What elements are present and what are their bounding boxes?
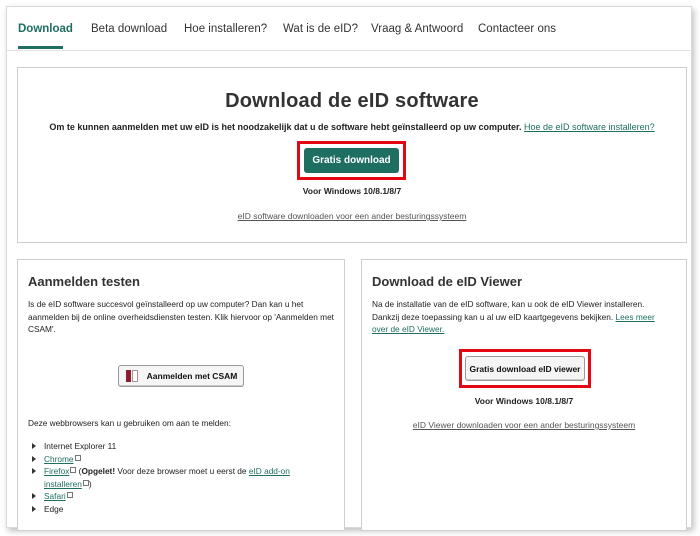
bullet-arrow-icon: [32, 455, 36, 462]
list-item: Safari: [32, 490, 292, 503]
tab-contacteer-ons[interactable]: Contacteer ons: [478, 23, 556, 35]
browser-safari-link[interactable]: Safari: [44, 491, 66, 501]
csam-door-icon: [125, 369, 139, 383]
eid-viewer-download-button[interactable]: Gratis download eID viewer: [465, 356, 585, 381]
tab-hoe-installeren[interactable]: Hoe installeren?: [184, 23, 267, 35]
login-csam-button[interactable]: Aanmelden met CSAM: [118, 365, 244, 387]
eid-viewer-title: Download de eID Viewer: [372, 274, 523, 289]
bullet-arrow-icon: [32, 443, 36, 449]
tab-beta-download[interactable]: Beta download: [91, 23, 167, 35]
browser-firefox-link[interactable]: Firefox: [44, 466, 69, 476]
list-item: Edge: [32, 503, 292, 516]
install-help-link[interactable]: Hoe de eID software installeren?: [524, 122, 655, 132]
eid-viewer-panel: Download de eID Viewer Na de installatie…: [361, 259, 687, 531]
list-item: Internet Explorer 11: [32, 440, 292, 453]
tab-wat-is-eid[interactable]: Wat is de eID?: [283, 23, 358, 35]
firefox-warning-label: Opgelet!: [81, 466, 116, 477]
eid-viewer-text: Na de installatie van de eID software, k…: [372, 298, 672, 336]
intro-text: Om te kunnen aanmelden met uw eID is het…: [18, 122, 686, 132]
os-note: Voor Windows 10/8.1/8/7: [302, 186, 402, 196]
tab-vraag-antwoord[interactable]: Vraag & Antwoord: [371, 23, 463, 35]
active-tab-indicator: [18, 46, 63, 49]
other-os-download-link[interactable]: eID software downloaden voor een ander b…: [238, 211, 467, 221]
bullet-arrow-icon: [32, 505, 36, 512]
main-navigation: Download Beta download Hoe installeren? …: [7, 7, 691, 51]
test-login-title: Aanmelden testen: [28, 274, 140, 289]
tab-download[interactable]: Download: [18, 23, 73, 35]
login-csam-label: Aanmelden met CSAM: [146, 371, 238, 381]
viewer-other-os-link[interactable]: eID Viewer downloaden voor een ander bes…: [413, 420, 635, 430]
external-link-icon: [82, 479, 89, 486]
browsers-intro: Deze webbrowsers kan u gebruiken om aan …: [28, 418, 231, 428]
external-link-icon: [66, 492, 73, 499]
browser-list: Internet Explorer 11 Chrome Firefox (Opg…: [32, 440, 292, 516]
firefox-warning-text: Voor deze browser moet u eerst de: [117, 466, 247, 477]
test-login-text: Is de eID software succesvol geïnstallee…: [28, 299, 334, 334]
browser-ie: Internet Explorer 11: [44, 441, 117, 451]
test-login-panel: Aanmelden testen Is de eID software succ…: [17, 259, 345, 531]
bullet-arrow-icon: [32, 468, 36, 475]
download-software-panel: Download de eID software Om te kunnen aa…: [17, 67, 687, 243]
intro-sentence: Om te kunnen aanmelden met uw eID is het…: [49, 122, 522, 132]
list-item: Firefox (Opgelet! Voor deze browser moet…: [32, 465, 292, 490]
free-download-button[interactable]: Gratis download: [304, 148, 399, 173]
external-link-icon: [74, 454, 81, 461]
viewer-os-note: Voor Windows 10/8.1/8/7: [474, 396, 574, 406]
list-item: Chrome: [32, 453, 292, 466]
browser-page: Download Beta download Hoe installeren? …: [6, 6, 692, 531]
external-link-icon: [70, 467, 77, 474]
browser-edge: Edge: [44, 503, 64, 514]
bullet-arrow-icon: [32, 493, 36, 500]
eid-viewer-description: Na de installatie van de eID software, k…: [372, 299, 645, 322]
browser-chrome-link[interactable]: Chrome: [44, 454, 74, 464]
page-title: Download de eID software: [225, 90, 479, 112]
